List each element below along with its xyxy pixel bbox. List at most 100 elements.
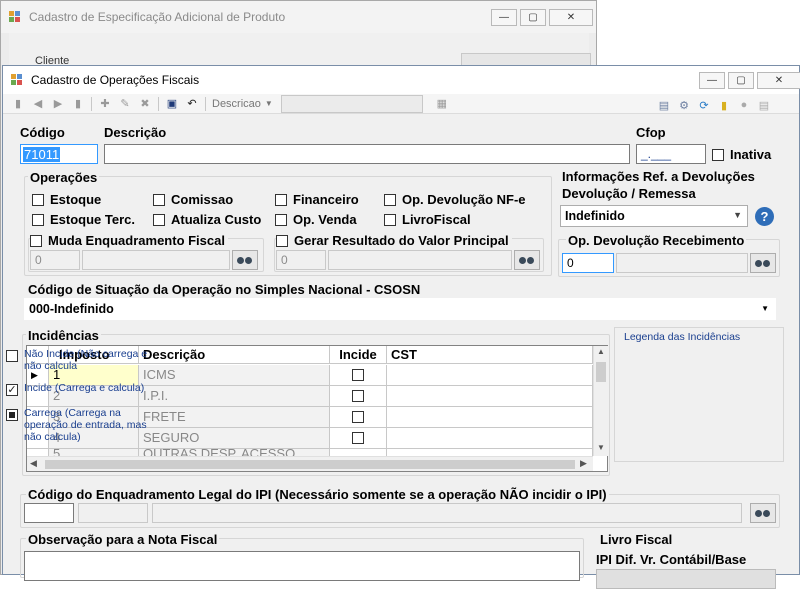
next-record-icon[interactable]: ▶ (51, 97, 65, 111)
grid-view-icon[interactable]: ▦ (435, 97, 449, 111)
devolucao-recebimento-desc (616, 253, 748, 273)
checkbox-box (30, 234, 42, 247)
first-record-icon[interactable]: ▮ (11, 97, 25, 111)
muda-enquadramento-code[interactable]: 0 (30, 250, 80, 270)
inativa-checkbox[interactable]: Inativa (712, 147, 771, 162)
gerar-resultado-code[interactable]: 0 (276, 250, 326, 270)
incide-cell[interactable] (330, 365, 387, 386)
binoculars-icon (237, 256, 253, 265)
refresh-icon[interactable]: ⟳ (697, 98, 711, 112)
app-icon (11, 74, 23, 86)
background-window-title: Cadastro de Especificação Adicional de P… (29, 10, 286, 24)
column-header-incide[interactable]: Incide (330, 346, 387, 364)
previous-record-icon[interactable]: ◀ (31, 97, 45, 111)
livro-fiscal-label: LivroFiscal (402, 212, 471, 227)
note-icon[interactable]: ▮ (717, 98, 731, 112)
export-icon[interactable]: ▤ (757, 98, 771, 112)
maximize-button[interactable]: ▢ (520, 9, 546, 26)
minimize-button[interactable]: — (699, 72, 725, 89)
undo-icon[interactable]: ↶ (185, 97, 199, 111)
scrollbar-thumb[interactable] (45, 460, 575, 469)
cst-cell[interactable] (387, 428, 593, 449)
ipi-code-input[interactable] (24, 503, 74, 523)
codigo-label: Código (20, 125, 65, 140)
devolucao-recebimento-code[interactable]: 0 (562, 253, 614, 273)
livro-fiscal-title: Livro Fiscal (600, 532, 673, 547)
ipi-label: Código do Enquadramento Legal do IPI (Ne… (26, 487, 609, 502)
cst-cell[interactable] (387, 365, 593, 386)
close-button[interactable]: ✕ (757, 72, 800, 89)
column-header-cst[interactable]: CST (387, 346, 593, 364)
devolucao-recebimento-search-button[interactable] (750, 253, 776, 273)
scroll-right-icon[interactable]: ▶ (580, 458, 587, 469)
financeiro-checkbox[interactable]: Financeiro (275, 192, 359, 207)
minimize-button[interactable]: — (491, 9, 517, 26)
devolucoes-title-1: Informações Ref. a Devoluções (562, 169, 755, 184)
codigo-input[interactable]: 71011 (20, 144, 98, 164)
observacao-label: Observação para a Nota Fiscal (26, 532, 220, 547)
ipi-desc (152, 503, 742, 523)
incide-cell[interactable] (330, 386, 387, 407)
edit-icon[interactable]: ✎ (118, 97, 132, 111)
search-icon[interactable]: ⚙ (677, 98, 691, 112)
livro-fiscal-checkbox[interactable]: LivroFiscal (384, 212, 471, 227)
delete-icon[interactable]: ✖ (138, 97, 152, 111)
incide-checkbox[interactable] (352, 411, 364, 423)
checkbox-box (32, 193, 44, 206)
window-title: Cadastro de Operações Fiscais (31, 73, 200, 87)
ipi-code-aux (78, 503, 148, 523)
ipi-dif-select[interactable] (596, 569, 776, 589)
checkbox-box (32, 213, 44, 226)
horizontal-scrollbar[interactable]: ◀ ▶ (27, 456, 593, 471)
column-header-descricao[interactable]: Descrição (139, 346, 330, 364)
ipi-search-button[interactable] (750, 503, 776, 523)
legenda-nao-incide-text: Não Incide (Não carrega e não calcula (24, 348, 148, 372)
scroll-down-icon[interactable]: ▼ (597, 443, 605, 452)
cfop-input[interactable]: _.___ (636, 144, 706, 164)
gerar-resultado-checkbox[interactable]: Gerar Resultado do Valor Principal (276, 233, 512, 248)
comissao-checkbox[interactable]: Comissao (153, 192, 233, 207)
save-icon[interactable]: ▣ (165, 97, 179, 111)
estoque-checkbox[interactable]: Estoque (32, 192, 101, 207)
op-venda-checkbox[interactable]: Op. Venda (275, 212, 357, 227)
incide-checkbox[interactable] (352, 390, 364, 402)
muda-enquadramento-checkbox[interactable]: Muda Enquadramento Fiscal (30, 233, 228, 248)
scroll-up-icon[interactable]: ▲ (597, 347, 605, 356)
muda-enquadramento-search-button[interactable] (232, 250, 258, 270)
incide-cell[interactable] (330, 407, 387, 428)
legenda-carrega: Carrega (Carrega na operação de entrada,… (6, 407, 166, 443)
close-button[interactable]: ✕ (549, 9, 593, 26)
devolucao-remessa-select[interactable]: Indefinido ▼ (560, 205, 748, 227)
add-icon[interactable]: ✚ (98, 97, 112, 111)
vertical-scrollbar[interactable]: ▲ ▼ (593, 346, 608, 456)
atualiza-custo-checkbox[interactable]: Atualiza Custo (153, 212, 261, 227)
incide-checkbox[interactable] (352, 369, 364, 381)
search-field-dropdown[interactable]: Descricao ▼ (212, 98, 273, 110)
checkbox-box (275, 213, 287, 226)
cst-cell[interactable] (387, 407, 593, 428)
incide-checkbox[interactable] (352, 432, 364, 444)
cst-cell[interactable] (387, 386, 593, 407)
help-icon[interactable]: ? (755, 207, 774, 226)
observacao-textarea[interactable] (24, 551, 580, 581)
toolbar-separator (158, 96, 159, 111)
scroll-left-icon[interactable]: ◀ (30, 458, 37, 469)
column-header-label: CST (391, 347, 417, 362)
user-icon[interactable]: ● (737, 98, 751, 112)
incide-cell[interactable] (330, 428, 387, 449)
scrollbar-thumb[interactable] (596, 362, 606, 382)
legenda-nao-incide: Não Incide (Não carrega e não calcula (6, 348, 166, 372)
checkbox-box (275, 193, 287, 206)
csosn-select[interactable]: 000-Indefinido ▼ (24, 298, 776, 320)
operacoes-title: Operações (28, 170, 100, 185)
op-devolucao-nfe-checkbox[interactable]: Op. Devolução NF-e (384, 192, 526, 207)
descricao-input[interactable] (104, 144, 630, 164)
search-input[interactable] (280, 94, 423, 113)
report-icon[interactable]: ▤ (657, 98, 671, 112)
estoque-label: Estoque (50, 192, 102, 207)
gerar-resultado-search-button[interactable] (514, 250, 540, 270)
maximize-button[interactable]: ▢ (728, 72, 754, 89)
app-icon (9, 11, 21, 23)
estoque-terc-checkbox[interactable]: Estoque Terc. (32, 212, 135, 227)
last-record-icon[interactable]: ▮ (71, 97, 85, 111)
